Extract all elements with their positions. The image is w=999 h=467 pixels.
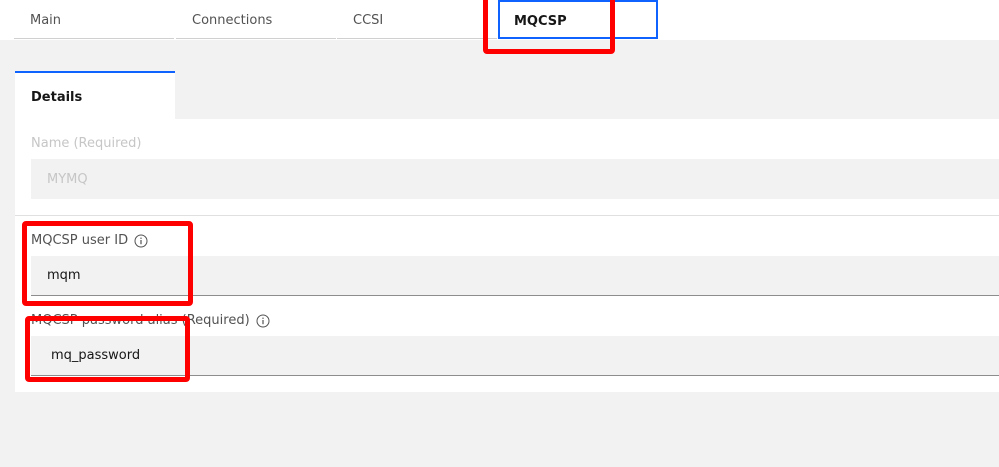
name-field: MYMQ xyxy=(31,159,999,199)
tab-main[interactable]: Main xyxy=(14,0,174,39)
tab-connections[interactable]: Connections xyxy=(176,0,336,39)
tab-ccsi[interactable]: CCSI xyxy=(337,0,497,39)
password-alias-label: MQCSP password alias (Required) xyxy=(31,313,270,328)
password-alias-value: mq_password xyxy=(51,348,141,363)
name-field-value: MYMQ xyxy=(47,171,88,187)
subtab-bar: Details xyxy=(15,69,999,119)
user-id-value: mqm xyxy=(47,268,81,283)
section-divider xyxy=(15,215,999,216)
name-label: Name (Required) xyxy=(31,136,142,151)
subtab-details[interactable]: Details xyxy=(15,71,175,119)
info-icon[interactable] xyxy=(134,234,148,248)
password-alias-input[interactable]: mq_password xyxy=(31,336,999,376)
name-label-text: Name (Required) xyxy=(31,136,142,151)
info-icon[interactable] xyxy=(256,314,270,328)
user-id-label-text: MQCSP user ID xyxy=(31,233,129,248)
tab-mqcsp[interactable]: MQCSP xyxy=(498,0,658,39)
password-alias-label-text: MQCSP password alias (Required) xyxy=(31,313,250,328)
user-id-input[interactable]: mqm xyxy=(31,256,999,296)
top-tab-bar: Main Connections CCSI MQCSP xyxy=(0,0,999,40)
user-id-label: MQCSP user ID xyxy=(31,233,148,248)
